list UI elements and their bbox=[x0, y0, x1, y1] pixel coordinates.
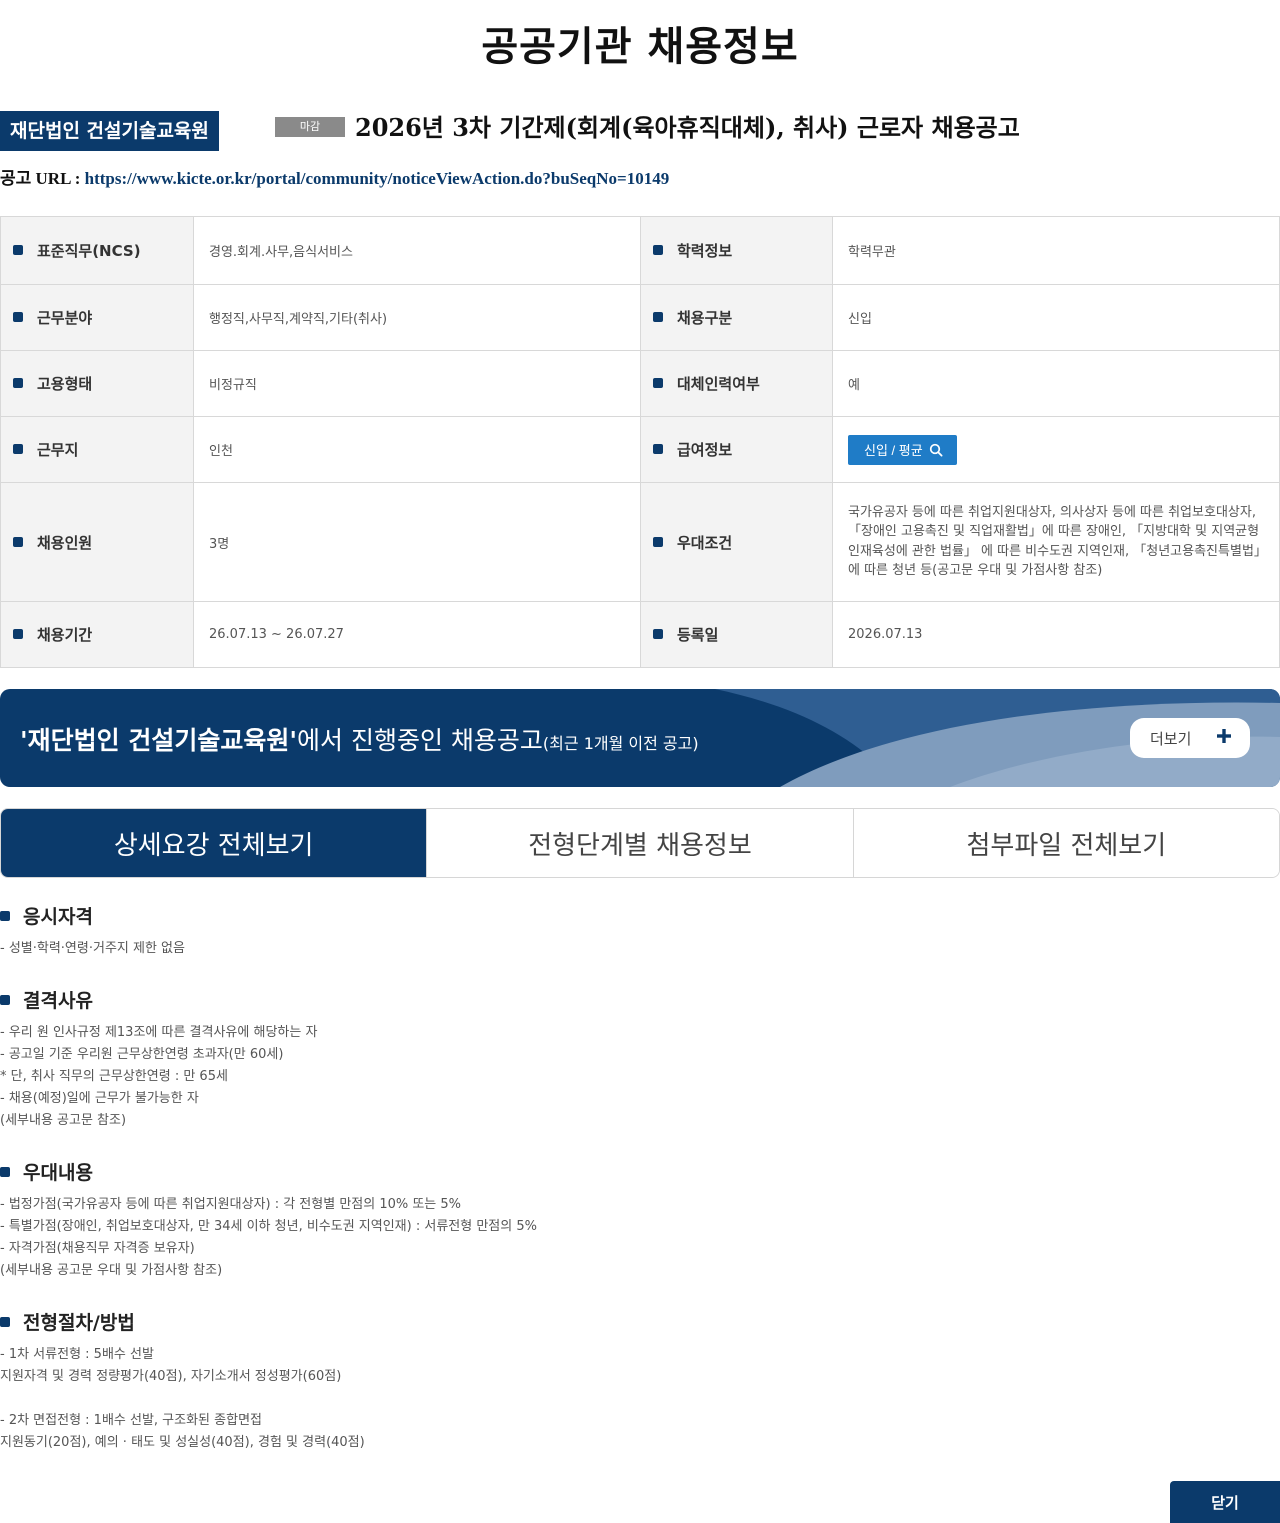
section-qualification: 응시자격 - 성별·학력·연령·거주지 제한 없음 bbox=[0, 905, 185, 960]
bullet-icon bbox=[653, 536, 663, 547]
plus-icon bbox=[1217, 729, 1231, 743]
info-label-cell: 채용기간 bbox=[0, 601, 194, 668]
info-row: 고용형태 비정규직 대체인력여부 예 bbox=[0, 350, 1280, 417]
count-label: 채용인원 bbox=[37, 533, 93, 552]
field-value: 행정직,사무직,계약직,기타(취사) bbox=[193, 284, 641, 351]
info-row: 근무지 인천 급여정보 신입 / 평균 bbox=[0, 416, 1280, 483]
section-heading: 우대내용 bbox=[0, 1161, 537, 1185]
info-label-cell: 근무분야 bbox=[0, 284, 194, 351]
salary-info-button[interactable]: 신입 / 평균 bbox=[848, 434, 957, 465]
section-heading: 전형절차/방법 bbox=[0, 1311, 365, 1335]
tab-stage-info[interactable]: 전형단계별 채용정보 bbox=[426, 809, 853, 877]
status-badge: 마감 bbox=[275, 117, 345, 137]
section-process: 전형절차/방법 - 1차 서류전형 : 5배수 선발 지원자격 및 경력 정량평… bbox=[0, 1311, 365, 1454]
ncs-value: 경영.회계.사무,음식서비스 bbox=[193, 216, 641, 285]
bullet-icon bbox=[653, 444, 663, 454]
field-label: 근무분야 bbox=[37, 309, 93, 327]
bullet-icon bbox=[13, 378, 23, 388]
emp-value: 비정규직 bbox=[193, 350, 641, 417]
notice-url-link[interactable]: https://www.kicte.or.kr/portal/community… bbox=[85, 169, 670, 188]
sub-value: 예 bbox=[832, 350, 1280, 417]
section-body: - 우리 원 인사규정 제13조에 따른 결격사유에 해당하는 자 - 공고일 … bbox=[0, 1025, 318, 1128]
section-heading: 결격사유 bbox=[0, 989, 317, 1013]
banner-text: '재단법인 건설기술교육원'에서 진행중인 채용공고(최근 1개월 이전 공고) bbox=[20, 721, 699, 757]
salary-label: 급여정보 bbox=[677, 441, 733, 459]
info-row: 채용인원 3명 우대조건 국가유공자 등에 따른 취업지원대상자, 의사상자 등… bbox=[0, 482, 1280, 602]
bullet-icon bbox=[653, 378, 663, 388]
bullet-icon bbox=[13, 629, 23, 639]
bullet-icon bbox=[653, 245, 663, 255]
info-label-cell: 채용구분 bbox=[640, 284, 833, 351]
type-value: 신입 bbox=[832, 284, 1280, 351]
pref-label: 우대조건 bbox=[677, 533, 733, 552]
section-body: - 법정가점(국가유공자 등에 따른 취업지원대상자) : 각 전형별 만점의 … bbox=[0, 1197, 537, 1278]
org-badge: 재단법인 건설기술교육원 bbox=[0, 111, 219, 151]
info-label-cell: 우대조건 bbox=[640, 482, 833, 602]
bullet-icon bbox=[653, 312, 663, 322]
bullet-icon bbox=[653, 629, 663, 639]
banner-main-text: 에서 진행중인 채용공고 bbox=[297, 726, 543, 755]
info-label-cell: 학력정보 bbox=[640, 216, 833, 285]
type-label: 채용구분 bbox=[677, 309, 733, 327]
search-icon bbox=[929, 443, 943, 457]
bullet-icon bbox=[0, 1167, 10, 1177]
section-title: 우대내용 bbox=[23, 1162, 93, 1184]
page-title: 공공기관 채용정보 bbox=[481, 24, 799, 70]
close-button[interactable]: 닫기 bbox=[1170, 1481, 1280, 1523]
bullet-icon bbox=[0, 995, 10, 1005]
reg-label: 등록일 bbox=[677, 626, 719, 644]
bullet-icon bbox=[13, 444, 23, 454]
info-label-cell: 표준직무(NCS) bbox=[0, 216, 194, 285]
info-label-cell: 고용형태 bbox=[0, 350, 194, 417]
section-preference: 우대내용 - 법정가점(국가유공자 등에 따른 취업지원대상자) : 각 전형별… bbox=[0, 1161, 537, 1282]
banner-org-name: '재단법인 건설기술교육원' bbox=[20, 726, 298, 755]
notice-title: 2026년 3차 기간제(회계(육아휴직대체), 취사) 근로자 채용공고 bbox=[355, 113, 1020, 142]
edu-label: 학력정보 bbox=[677, 242, 733, 260]
bullet-icon bbox=[13, 245, 23, 255]
bullet-icon bbox=[0, 1317, 10, 1327]
more-button[interactable]: 더보기 bbox=[1130, 718, 1250, 758]
info-label-cell: 대체인력여부 bbox=[640, 350, 833, 417]
url-label: 공고 URL : bbox=[0, 169, 85, 188]
section-title: 응시자격 bbox=[23, 906, 93, 928]
section-title: 결격사유 bbox=[23, 990, 93, 1012]
section-heading: 응시자격 bbox=[0, 905, 185, 929]
bullet-icon bbox=[13, 536, 23, 547]
period-label: 채용기간 bbox=[37, 626, 93, 644]
count-value: 3명 bbox=[193, 482, 641, 602]
more-button-label: 더보기 bbox=[1150, 729, 1192, 748]
info-label-cell: 근무지 bbox=[0, 416, 194, 483]
info-label-cell: 급여정보 bbox=[640, 416, 833, 483]
detail-tabs: 상세요강 전체보기 전형단계별 채용정보 첨부파일 전체보기 bbox=[0, 808, 1280, 878]
bullet-icon bbox=[13, 312, 23, 322]
info-row: 표준직무(NCS) 경영.회계.사무,음식서비스 학력정보 학력무관 bbox=[0, 216, 1280, 285]
loc-value: 인천 bbox=[193, 416, 641, 483]
salary-cell: 신입 / 평균 bbox=[832, 416, 1280, 483]
info-table: 표준직무(NCS) 경영.회계.사무,음식서비스 학력정보 학력무관 근무분야 … bbox=[0, 216, 1280, 668]
loc-label: 근무지 bbox=[37, 441, 79, 459]
pref-value: 국가유공자 등에 따른 취업지원대상자, 의사상자 등에 따른 취업보호대상자,… bbox=[832, 482, 1280, 602]
notice-url-line: 공고 URL : https://www.kicte.or.kr/portal/… bbox=[0, 164, 669, 189]
section-body: - 1차 서류전형 : 5배수 선발 지원자격 및 경력 정량평가(40점), … bbox=[0, 1347, 365, 1450]
info-row: 채용기간 26.07.13 ~ 26.07.27 등록일 2026.07.13 bbox=[0, 601, 1280, 668]
banner-sub-text: (최근 1개월 이전 공고) bbox=[542, 734, 699, 753]
period-value: 26.07.13 ~ 26.07.27 bbox=[193, 601, 641, 668]
sub-label: 대체인력여부 bbox=[677, 375, 760, 393]
section-title: 전형절차/방법 bbox=[23, 1312, 135, 1334]
section-disqualification: 결격사유 - 우리 원 인사규정 제13조에 따른 결격사유에 해당하는 자 -… bbox=[0, 989, 317, 1132]
tab-attachments[interactable]: 첨부파일 전체보기 bbox=[852, 809, 1279, 877]
tab-full-details[interactable]: 상세요강 전체보기 bbox=[1, 809, 427, 877]
salary-button-label: 신입 / 평균 bbox=[864, 443, 923, 458]
reg-value: 2026.07.13 bbox=[832, 601, 1280, 668]
info-label-cell: 채용인원 bbox=[0, 482, 194, 602]
bullet-icon bbox=[0, 911, 10, 921]
emp-label: 고용형태 bbox=[37, 375, 93, 393]
org-notices-banner: '재단법인 건설기술교육원'에서 진행중인 채용공고(최근 1개월 이전 공고)… bbox=[0, 689, 1280, 787]
info-row: 근무분야 행정직,사무직,계약직,기타(취사) 채용구분 신입 bbox=[0, 284, 1280, 351]
ncs-label: 표준직무(NCS) bbox=[37, 242, 141, 260]
edu-value: 학력무관 bbox=[832, 216, 1280, 285]
info-label-cell: 등록일 bbox=[640, 601, 833, 668]
section-body: - 성별·학력·연령·거주지 제한 없음 bbox=[0, 941, 185, 956]
